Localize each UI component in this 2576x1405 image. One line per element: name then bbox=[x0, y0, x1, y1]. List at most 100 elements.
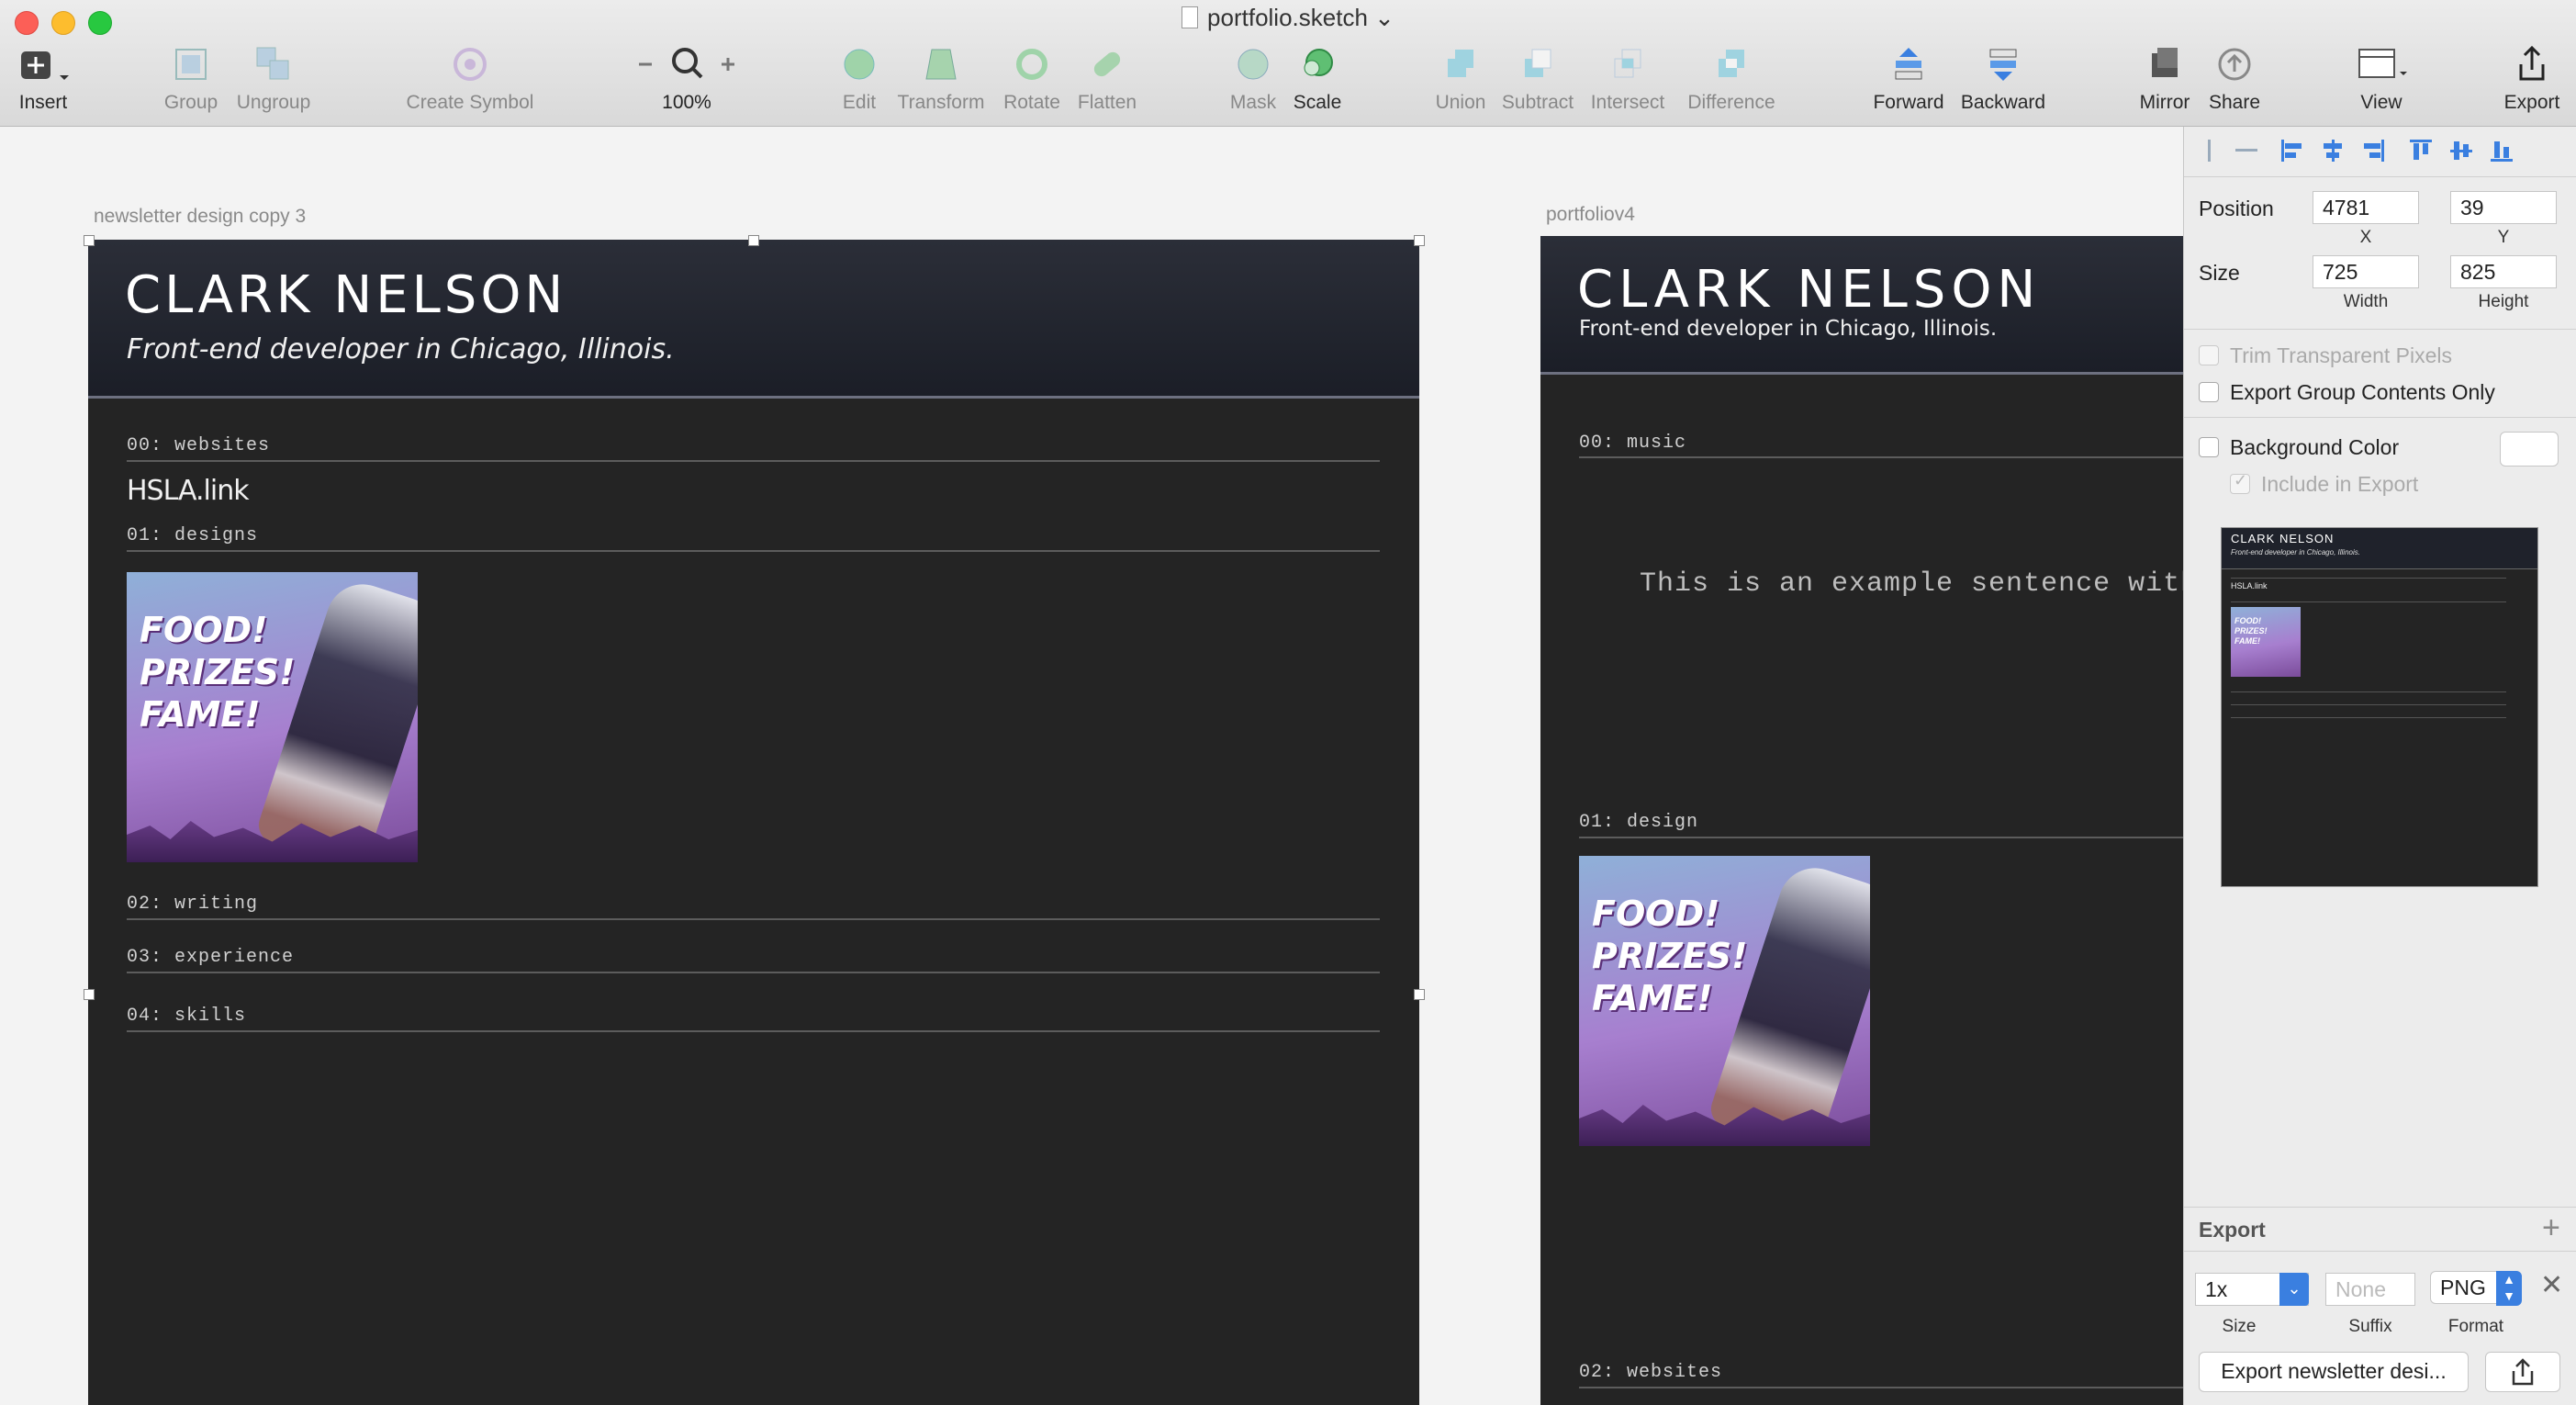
align-bottom-icon[interactable] bbox=[2489, 138, 2514, 163]
divider bbox=[2184, 417, 2576, 418]
position-label: Position bbox=[2199, 197, 2274, 220]
width-caption: Width bbox=[2343, 292, 2389, 311]
artboard-newsletter[interactable]: CLARK NELSON Front-end developer in Chic… bbox=[88, 240, 1419, 1405]
resize-handle[interactable] bbox=[1414, 235, 1425, 246]
subtract-label: Subtract bbox=[1501, 92, 1574, 113]
flatten-label: Flatten bbox=[1077, 92, 1137, 113]
chevron-down-icon[interactable]: ⌄ bbox=[2279, 1273, 2309, 1306]
preview-rule bbox=[2231, 601, 2506, 602]
mirror-button[interactable]: Mirror bbox=[2130, 44, 2200, 114]
align-top-icon[interactable] bbox=[2408, 138, 2434, 163]
section-heading: 04: skills bbox=[127, 1006, 247, 1027]
poster-image: FOOD! PRIZES! FAME! bbox=[1579, 856, 1870, 1146]
site-name: CLARK NELSON bbox=[125, 265, 567, 325]
rotate-button[interactable]: Rotate bbox=[995, 44, 1069, 114]
align-center-icon[interactable] bbox=[2320, 138, 2346, 163]
subtract-button[interactable]: Subtract bbox=[1496, 44, 1579, 114]
export-section-title: Export bbox=[2199, 1218, 2266, 1242]
section-rule bbox=[127, 918, 1380, 920]
zoom-icons bbox=[639, 48, 734, 79]
poster-line: PRIZES! bbox=[1592, 936, 1748, 976]
share-button[interactable]: Share bbox=[2201, 44, 2268, 114]
format-caption: Format bbox=[2447, 1317, 2504, 1336]
resize-handle[interactable] bbox=[84, 235, 95, 246]
position-x-input[interactable]: 4781 bbox=[2313, 191, 2419, 224]
resize-handle[interactable] bbox=[1414, 989, 1425, 1000]
section-heading: 02: writing bbox=[127, 894, 259, 915]
inspector-panel: Position 4781 39 X Y Size 725 825 Width … bbox=[2183, 127, 2576, 1405]
x-caption: X bbox=[2359, 228, 2372, 247]
export-group-checkbox[interactable] bbox=[2199, 382, 2219, 402]
background-color-swatch[interactable] bbox=[2500, 432, 2559, 466]
preview-link: HSLA.link bbox=[2231, 581, 2268, 590]
include-export-checkbox[interactable]: ✓ bbox=[2230, 471, 2250, 494]
trim-pixels-checkbox[interactable] bbox=[2199, 345, 2219, 365]
group-button[interactable]: Group bbox=[156, 44, 226, 114]
forward-icon bbox=[1895, 48, 1922, 80]
align-middle-icon[interactable] bbox=[2448, 138, 2474, 163]
chevron-down-icon[interactable]: ⌄ bbox=[1374, 4, 1394, 31]
resize-handle[interactable] bbox=[748, 235, 759, 246]
preview-poster-line: FOOD! bbox=[2234, 616, 2261, 625]
ungroup-icon bbox=[256, 47, 289, 80]
distribute-horizontal-icon[interactable] bbox=[2197, 138, 2223, 163]
export-artboard-button[interactable]: Export newsletter desi... bbox=[2199, 1352, 2469, 1392]
divider bbox=[2184, 1207, 2576, 1208]
difference-button[interactable]: Difference bbox=[1680, 44, 1783, 114]
artboard-portfolio[interactable]: CLARK NELSON Front-end developer in Chic… bbox=[1540, 236, 2183, 1405]
edit-button[interactable]: Edit bbox=[832, 44, 887, 114]
ungroup-button[interactable]: Ungroup bbox=[230, 44, 318, 114]
distribute-vertical-icon[interactable] bbox=[2234, 138, 2259, 163]
artboard-label[interactable]: portfoliov4 bbox=[1546, 204, 1635, 226]
up-down-chevron-icon[interactable]: ▲ ▼ bbox=[2496, 1271, 2522, 1306]
share-export-button[interactable] bbox=[2485, 1352, 2560, 1392]
zoom-in-icon[interactable] bbox=[722, 58, 734, 71]
height-caption: Height bbox=[2478, 292, 2529, 311]
resize-handle[interactable] bbox=[84, 989, 95, 1000]
transform-button[interactable]: Transform bbox=[890, 44, 991, 114]
background-color-checkbox[interactable] bbox=[2199, 437, 2219, 457]
add-export-icon[interactable]: + bbox=[2542, 1210, 2560, 1246]
backward-label: Backward bbox=[1960, 92, 2046, 113]
background-color-label: Background Color bbox=[2230, 435, 2400, 459]
mask-label: Mask bbox=[1229, 92, 1277, 113]
site-name: CLARK NELSON bbox=[1577, 260, 2042, 320]
section-heading: 01: designs bbox=[127, 525, 259, 546]
artboard-header: CLARK NELSON Front-end developer in Chic… bbox=[1540, 236, 2183, 375]
export-toolbar-button[interactable]: Export bbox=[2495, 44, 2569, 114]
create-symbol-label: Create Symbol bbox=[406, 92, 534, 113]
insert-button[interactable]: Insert bbox=[13, 44, 73, 114]
width-input[interactable]: 725 bbox=[2313, 255, 2419, 288]
edit-icon bbox=[844, 49, 875, 80]
backward-button[interactable]: Backward bbox=[1955, 44, 2051, 114]
zoom-control: 100% bbox=[630, 44, 744, 114]
canvas[interactable]: newsletter design copy 3 CLARK NELSON Fr… bbox=[0, 127, 2183, 1405]
preview-poster-line: PRIZES! bbox=[2234, 626, 2268, 635]
position-y-input[interactable]: 39 bbox=[2450, 191, 2557, 224]
mask-button[interactable]: Mask bbox=[1221, 44, 1285, 114]
view-icon bbox=[2358, 49, 2407, 78]
forward-button[interactable]: Forward bbox=[1867, 44, 1950, 114]
export-group-label: Export Group Contents Only bbox=[2230, 380, 2495, 404]
intersect-button[interactable]: Intersect bbox=[1585, 44, 1671, 114]
flatten-button[interactable]: Flatten bbox=[1070, 44, 1144, 114]
export-suffix-input[interactable]: None bbox=[2325, 1273, 2415, 1306]
link-text[interactable]: HSLA.link bbox=[127, 475, 250, 507]
toolbar: portfolio.sketch ⌄ Insert Group Ungroup … bbox=[0, 0, 2576, 127]
size-label: Size bbox=[2199, 261, 2240, 285]
align-left-icon[interactable] bbox=[2279, 138, 2305, 163]
section-rule bbox=[1579, 456, 2183, 458]
artboard-label[interactable]: newsletter design copy 3 bbox=[94, 206, 306, 228]
view-button[interactable]: View bbox=[2345, 44, 2418, 114]
create-symbol-button[interactable]: Create Symbol bbox=[397, 44, 543, 114]
subtract-icon bbox=[1525, 49, 1551, 77]
remove-export-icon[interactable]: ✕ bbox=[2540, 1269, 2563, 1301]
scale-button[interactable]: Scale bbox=[1285, 44, 1350, 114]
height-input[interactable]: 825 bbox=[2450, 255, 2557, 288]
union-button[interactable]: Union bbox=[1428, 44, 1493, 114]
transform-label: Transform bbox=[897, 92, 985, 113]
suffix-caption: Suffix bbox=[2348, 1317, 2392, 1336]
align-right-icon[interactable] bbox=[2360, 138, 2386, 163]
section-heading: 03: experience bbox=[127, 947, 295, 968]
zoom-level[interactable]: 100% bbox=[630, 92, 744, 114]
